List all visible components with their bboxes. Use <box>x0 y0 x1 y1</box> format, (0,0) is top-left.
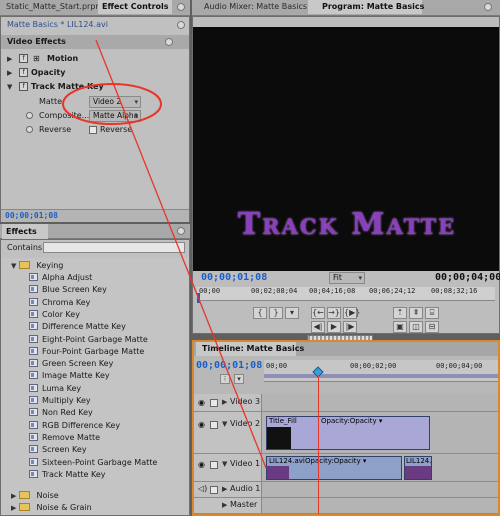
annotation-line <box>95 39 267 469</box>
